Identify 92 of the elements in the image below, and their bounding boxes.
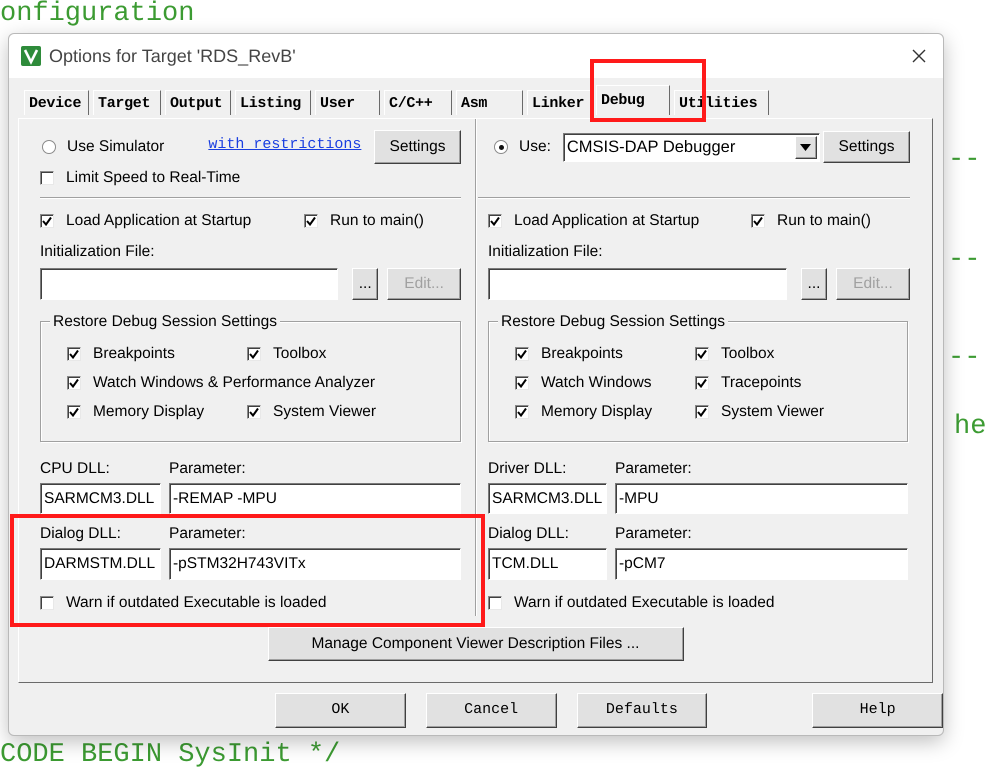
file-field[interactable] (40, 268, 338, 300)
checkbox-label: Breakpoints (93, 344, 175, 364)
settings-button[interactable]: Settings (374, 130, 461, 164)
checkbox-label: Memory Display (93, 402, 204, 422)
checkbox[interactable] (67, 347, 81, 361)
radio-button[interactable] (494, 140, 508, 154)
checkbox-label: Warn if outdated Executable is loaded (514, 593, 775, 614)
restrictions-link[interactable]: with restrictions (208, 134, 362, 156)
field-label: Initialization File: (40, 242, 156, 260)
caret-icon (800, 144, 812, 150)
checkbox-label: Memory Display (541, 402, 652, 422)
field-label: Parameter: (169, 524, 246, 542)
checkbox-label: Run to main() (330, 211, 424, 232)
checkbox[interactable] (40, 596, 54, 610)
checkbox[interactable] (247, 405, 261, 419)
text-field[interactable]: -pSTM32H743VITx (169, 548, 461, 580)
checkbox-label: Limit Speed to Real-Time (66, 168, 240, 188)
app-icon (21, 46, 41, 66)
checkbox[interactable] (488, 596, 502, 610)
dialog-button[interactable]: OK (275, 693, 406, 728)
checkbox-label: Watch Windows (541, 373, 652, 394)
checkbox[interactable] (515, 376, 529, 390)
checkbox-label: System Viewer (273, 402, 376, 422)
code-text: onfiguration (0, 0, 194, 29)
text-field[interactable]: SARMCM3.DLL (40, 483, 161, 514)
tab[interactable]: Output (165, 90, 231, 115)
field-label: Dialog DLL: (488, 524, 570, 542)
tab[interactable]: Listing (235, 90, 311, 115)
checkbox[interactable] (488, 214, 502, 228)
text-field[interactable]: DARMSTM.DLL (40, 548, 161, 580)
code-text: CODE BEGIN SysInit */ (0, 740, 340, 770)
text-field[interactable]: SARMCM3.DLL (488, 483, 607, 514)
field-label: Parameter: (169, 459, 246, 477)
tab[interactable]: Asm (456, 90, 523, 115)
tab[interactable]: C/C++ (384, 90, 452, 115)
checkbox[interactable] (67, 405, 81, 419)
code-text: he (954, 412, 986, 442)
checkbox[interactable] (247, 347, 261, 361)
checkbox-label: Warn if outdated Executable is loaded (66, 593, 327, 614)
text-field[interactable]: TCM.DLL (488, 548, 607, 580)
tab[interactable]: Target (93, 90, 161, 115)
debugger-select[interactable]: CMSIS-DAP Debugger (562, 132, 820, 162)
code-text: -- (948, 245, 980, 275)
checkbox[interactable] (40, 214, 54, 228)
field-label: Parameter: (615, 459, 692, 477)
group-title: Restore Debug Session Settings (498, 312, 728, 331)
checkbox[interactable] (67, 376, 81, 390)
checkbox-label: Toolbox (721, 344, 774, 364)
checkbox[interactable] (751, 214, 765, 228)
dialog-button[interactable]: Defaults (576, 693, 708, 728)
radio-button[interactable] (42, 140, 56, 154)
file-field[interactable] (488, 268, 787, 300)
checkbox-label: Tracepoints (721, 373, 802, 394)
code-text: -- (948, 145, 980, 175)
group-title: Restore Debug Session Settings (50, 312, 280, 331)
checkbox-label: Toolbox (273, 344, 326, 364)
checkbox-label: Load Application at Startup (514, 211, 700, 232)
checkbox-label: Run to main() (777, 211, 871, 232)
code-text: -- (948, 343, 980, 373)
checkbox-label: Load Application at Startup (66, 211, 252, 232)
checkbox[interactable] (695, 347, 709, 361)
checkbox[interactable] (515, 347, 529, 361)
checkbox[interactable] (40, 171, 54, 185)
checkbox[interactable] (515, 405, 529, 419)
tab[interactable]: Linker (527, 90, 592, 115)
tab[interactable]: User (315, 90, 380, 115)
settings-button[interactable]: Settings (823, 131, 910, 163)
checkbox[interactable] (695, 376, 709, 390)
text-field[interactable]: -pCM7 (615, 548, 908, 580)
checkbox[interactable] (304, 214, 318, 228)
radio-label: Use Simulator (67, 137, 164, 158)
window-title: Options for Target 'RDS_RevB' (49, 44, 296, 68)
manage-files-button[interactable]: Manage Component Viewer Description Files ... (268, 627, 684, 661)
radio-label: Use: (519, 137, 551, 158)
field-label: CPU DLL: (40, 459, 111, 477)
field-label: Initialization File: (488, 242, 604, 260)
field-label: Driver DLL: (488, 459, 568, 477)
tab[interactable]: Device (24, 90, 89, 115)
tab[interactable]: Debug (596, 85, 670, 115)
checkbox[interactable] (695, 405, 709, 419)
checkbox-label: System Viewer (721, 402, 824, 422)
field-label: Dialog DLL: (40, 524, 122, 542)
dialog-button[interactable]: Cancel (426, 693, 556, 728)
dialog-button[interactable]: Help (812, 693, 943, 728)
checkbox-label: Breakpoints (541, 344, 623, 364)
field-label: Parameter: (615, 524, 692, 542)
close-icon[interactable] (911, 48, 927, 64)
text-field[interactable]: -MPU (615, 483, 908, 514)
browse-button[interactable]: ... (352, 268, 378, 300)
browse-button[interactable]: ... (801, 268, 827, 300)
checkbox-label: Watch Windows & Performance Analyzer (93, 373, 375, 394)
text-field[interactable]: -REMAP -MPU (169, 483, 461, 514)
